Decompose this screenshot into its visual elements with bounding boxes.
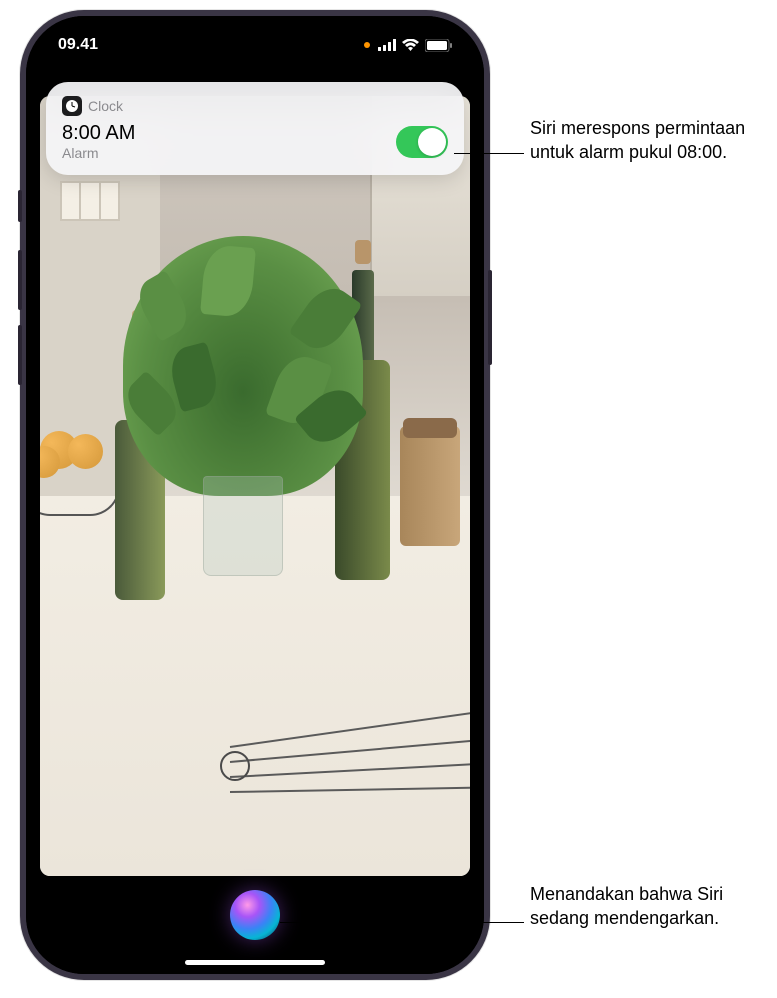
dynamic-island[interactable] [195,32,315,66]
callout-leader-line [454,153,524,154]
alarm-time: 8:00 AM [62,122,135,145]
home-indicator[interactable] [185,960,325,965]
callout-text-2: Menandakan bahwa Siri sedang mendengarka… [530,882,777,931]
basil-plant-decor [123,236,363,576]
cellular-signal-icon [378,39,396,51]
callout-text-1: Siri merespons permintaan untuk alarm pu… [530,116,777,165]
clock-notification[interactable]: Clock 8:00 AM Alarm [46,82,464,175]
silent-switch[interactable] [18,190,22,222]
wifi-icon [402,39,419,51]
iphone-frame: 09.41 [20,10,490,980]
clock-app-icon [62,96,82,116]
fruit-basket-decor [40,416,120,516]
siri-orb-icon[interactable] [230,890,280,940]
skewers-decor [230,716,470,836]
status-right [364,39,452,52]
side-button[interactable] [488,270,492,365]
callout-leader-line [280,922,524,923]
alarm-label: Alarm [62,145,135,161]
spice-jar-decor [400,426,460,546]
battery-icon [425,39,452,52]
background-photo [40,96,470,876]
notification-header: Clock [62,96,448,116]
phone-screen: 09.41 [26,16,484,974]
notification-body: 8:00 AM Alarm [62,122,448,161]
light-switch-decor [60,181,120,221]
volume-down-button[interactable] [18,325,22,385]
mic-indicator-icon [364,42,370,48]
alarm-toggle[interactable] [396,126,448,158]
volume-up-button[interactable] [18,250,22,310]
status-time: 09.41 [58,36,98,54]
notification-app-name: Clock [88,98,123,114]
toggle-knob [418,128,446,156]
